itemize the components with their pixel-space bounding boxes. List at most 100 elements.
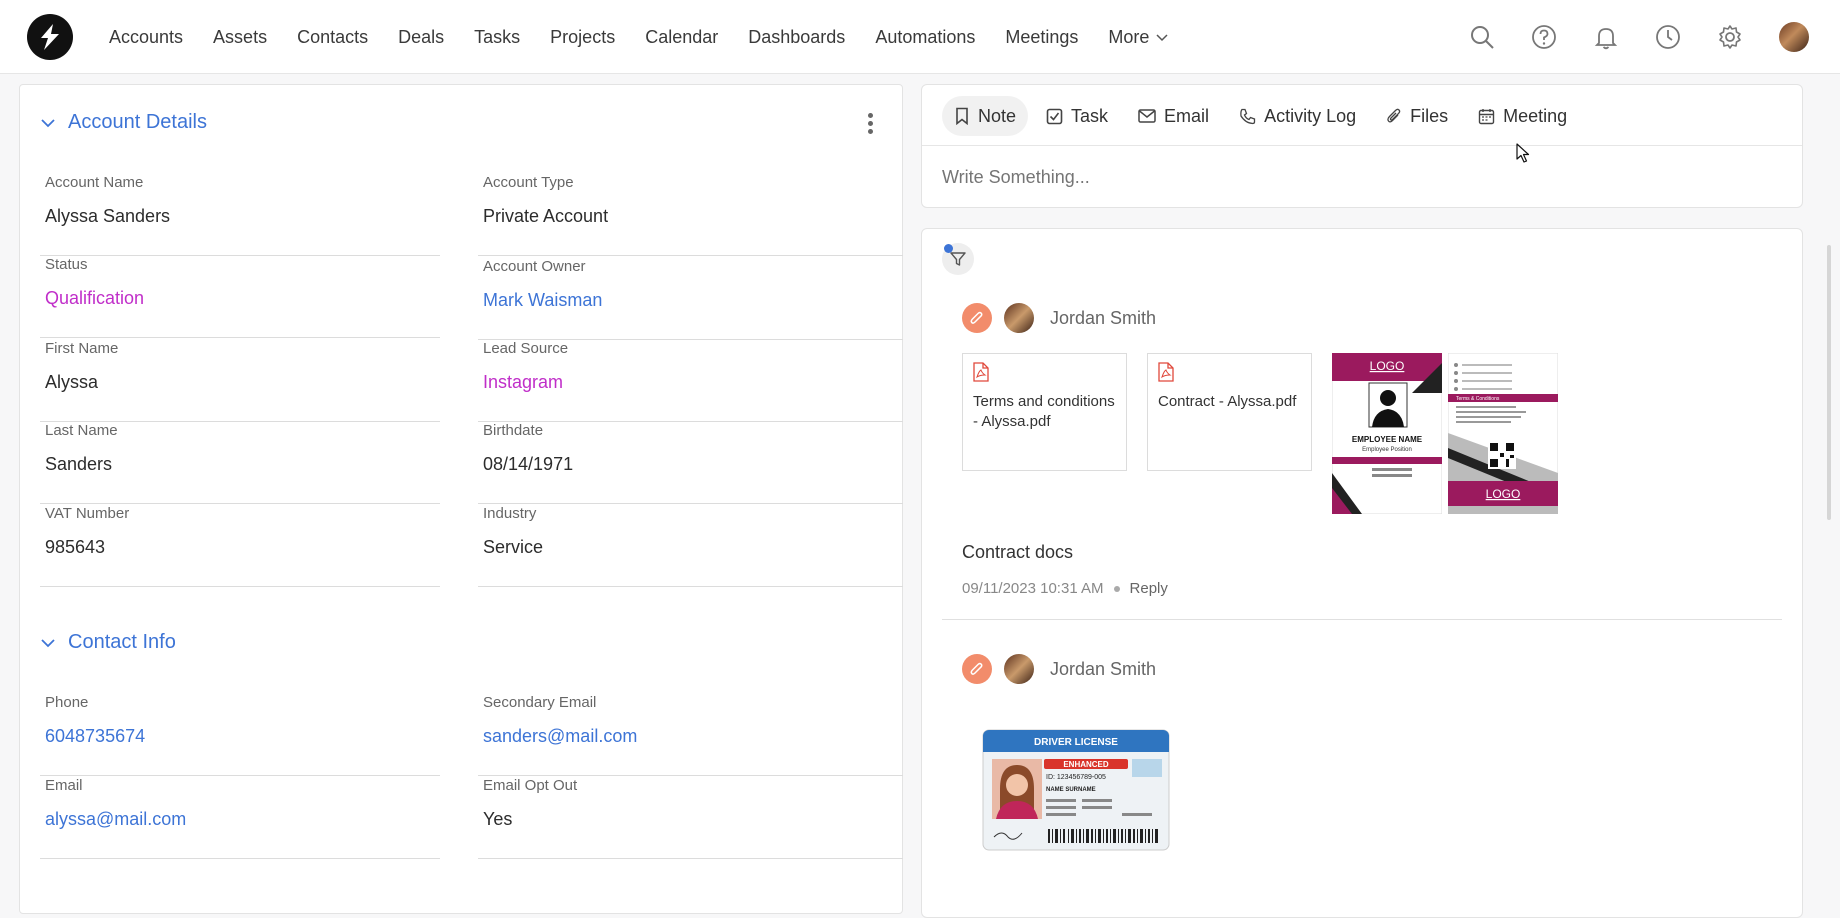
logo-mark-icon bbox=[41, 24, 59, 50]
meta-separator bbox=[1113, 585, 1120, 592]
file-attachment[interactable]: Terms and conditions - Alyssa.pdf bbox=[962, 353, 1127, 471]
svg-text:NAME SURNAME: NAME SURNAME bbox=[1046, 787, 1096, 793]
field-email-opt-out: Email Opt Out Yes bbox=[478, 777, 903, 859]
svg-text:ENHANCED: ENHANCED bbox=[1063, 760, 1109, 769]
reply-button[interactable]: Reply bbox=[1130, 580, 1168, 597]
id-card-front-image: LOGO EMPLOYEE NAME Employee Position bbox=[1332, 353, 1442, 514]
nav-assets[interactable]: Assets bbox=[213, 27, 267, 48]
help-icon[interactable] bbox=[1529, 22, 1559, 52]
nav-projects[interactable]: Projects bbox=[550, 27, 615, 48]
bookmark-icon bbox=[956, 107, 968, 125]
nav-dashboards[interactable]: Dashboards bbox=[748, 27, 845, 48]
account-details-title: Account Details bbox=[68, 111, 207, 133]
search-icon[interactable] bbox=[1467, 22, 1497, 52]
author-name[interactable]: Jordan Smith bbox=[1050, 659, 1156, 680]
checkbox-icon bbox=[1046, 108, 1063, 124]
post-header: Jordan Smith bbox=[962, 303, 1156, 333]
svg-text:ID: 123456789-005: ID: 123456789-005 bbox=[1046, 774, 1106, 781]
field-account-name: Account Name Alyssa Sanders bbox=[40, 174, 440, 256]
more-options-icon[interactable] bbox=[868, 113, 874, 134]
field-phone: Phone 6048735674 bbox=[40, 694, 440, 776]
file-name: Terms and conditions - Alyssa.pdf bbox=[973, 393, 1115, 430]
svg-text:Terms & Conditions: Terms & Conditions bbox=[1456, 396, 1500, 402]
file-name: Contract - Alyssa.pdf bbox=[1158, 393, 1297, 410]
field-birthdate: Birthdate 08/14/1971 bbox=[478, 422, 903, 504]
post-divider bbox=[942, 619, 1782, 620]
tab-meeting[interactable]: Meeting bbox=[1466, 96, 1579, 136]
attachment-badge bbox=[962, 303, 992, 333]
field-account-owner: Account Owner Mark Waisman bbox=[478, 258, 903, 340]
tab-activity-log[interactable]: Activity Log bbox=[1227, 96, 1368, 136]
author-name[interactable]: Jordan Smith bbox=[1050, 308, 1156, 329]
field-vat-number: VAT Number 985643 bbox=[40, 505, 440, 587]
note-input[interactable] bbox=[942, 167, 1782, 188]
mouse-cursor-icon bbox=[1516, 143, 1530, 163]
image-attachment-id-back[interactable]: Terms & Conditions LOGO bbox=[1448, 353, 1558, 514]
svg-text:DRIVER LICENSE: DRIVER LICENSE bbox=[1034, 737, 1118, 748]
id-card-back-image: Terms & Conditions LOGO bbox=[1448, 353, 1558, 514]
nav-more-button[interactable]: More bbox=[1108, 27, 1169, 48]
svg-text:EMPLOYEE NAME: EMPLOYEE NAME bbox=[1352, 435, 1423, 444]
author-avatar[interactable] bbox=[1004, 303, 1034, 333]
feed-scrollbar[interactable] bbox=[1827, 245, 1831, 520]
contact-info-header[interactable]: Contact Info bbox=[40, 631, 176, 654]
nav-accounts[interactable]: Accounts bbox=[109, 27, 183, 48]
post-header: Jordan Smith bbox=[962, 654, 1156, 684]
account-details-header[interactable]: Account Details bbox=[40, 111, 207, 134]
app-logo[interactable] bbox=[27, 14, 73, 60]
svg-text:LOGO: LOGO bbox=[1370, 359, 1405, 373]
user-avatar[interactable] bbox=[1779, 22, 1809, 52]
post-timestamp: 09/11/2023 10:31 AM bbox=[962, 580, 1104, 597]
clock-icon[interactable] bbox=[1653, 22, 1683, 52]
post-text: Contract docs bbox=[962, 542, 1074, 562]
phone-icon bbox=[1240, 108, 1256, 124]
chevron-down-icon bbox=[41, 638, 55, 647]
attachment-badge bbox=[962, 654, 992, 684]
file-attachment[interactable]: Contract - Alyssa.pdf bbox=[1147, 353, 1312, 471]
field-email: Email alyssa@mail.com bbox=[40, 777, 440, 859]
envelope-icon bbox=[1138, 109, 1156, 123]
paperclip-icon bbox=[970, 311, 983, 324]
main-nav: Accounts Assets Contacts Deals Tasks Pro… bbox=[94, 0, 1184, 74]
pdf-file-icon bbox=[1158, 362, 1174, 382]
gear-icon[interactable] bbox=[1715, 22, 1745, 52]
activity-feed: Jordan Smith Terms and conditions - Alys… bbox=[921, 228, 1803, 918]
paperclip-icon bbox=[1387, 108, 1401, 123]
field-industry: Industry Service bbox=[478, 505, 903, 587]
paperclip-icon bbox=[970, 662, 983, 675]
composer-divider bbox=[922, 145, 1802, 146]
filter-icon bbox=[950, 252, 966, 266]
composer-tabs: Note Task Email Activity Log Files Meeti… bbox=[942, 95, 1579, 137]
field-lead-source: Lead Source Instagram bbox=[478, 340, 903, 422]
tab-task[interactable]: Task bbox=[1034, 96, 1120, 136]
image-attachment-id-front[interactable]: LOGO EMPLOYEE NAME Employee Position bbox=[1332, 353, 1442, 514]
nav-tasks[interactable]: Tasks bbox=[474, 27, 520, 48]
field-status: Status Qualification bbox=[40, 256, 440, 338]
top-navbar: Accounts Assets Contacts Deals Tasks Pro… bbox=[0, 0, 1840, 74]
post-meta: 09/11/2023 10:31 AM Reply bbox=[962, 580, 1168, 597]
pdf-file-icon bbox=[973, 362, 989, 382]
svg-text:Employee Position: Employee Position bbox=[1362, 447, 1412, 453]
chevron-down-icon bbox=[41, 118, 55, 127]
svg-text:LOGO: LOGO bbox=[1486, 487, 1521, 501]
nav-more-label: More bbox=[1108, 26, 1150, 47]
nav-calendar[interactable]: Calendar bbox=[645, 27, 718, 48]
bell-icon[interactable] bbox=[1591, 22, 1621, 52]
nav-deals[interactable]: Deals bbox=[398, 27, 444, 48]
nav-contacts[interactable]: Contacts bbox=[297, 27, 368, 48]
nav-automations[interactable]: Automations bbox=[875, 27, 975, 48]
field-first-name: First Name Alyssa bbox=[40, 340, 440, 422]
tab-files[interactable]: Files bbox=[1374, 96, 1460, 136]
image-attachment-license[interactable]: DRIVER LICENSE ENHANCED ID: 123456789-00… bbox=[982, 729, 1170, 851]
chevron-down-icon bbox=[1156, 34, 1168, 42]
filter-active-dot bbox=[944, 244, 953, 253]
activity-composer: Note Task Email Activity Log Files Meeti… bbox=[921, 84, 1803, 208]
field-secondary-email: Secondary Email sanders@mail.com bbox=[478, 694, 903, 776]
author-avatar[interactable] bbox=[1004, 654, 1034, 684]
tab-email[interactable]: Email bbox=[1126, 96, 1221, 136]
account-panel: Account Details Account Name Alyssa Sand… bbox=[19, 84, 903, 914]
driver-license-image: DRIVER LICENSE ENHANCED ID: 123456789-00… bbox=[982, 729, 1170, 851]
calendar-icon bbox=[1478, 108, 1495, 124]
tab-note[interactable]: Note bbox=[942, 96, 1029, 136]
nav-meetings[interactable]: Meetings bbox=[1005, 27, 1078, 48]
